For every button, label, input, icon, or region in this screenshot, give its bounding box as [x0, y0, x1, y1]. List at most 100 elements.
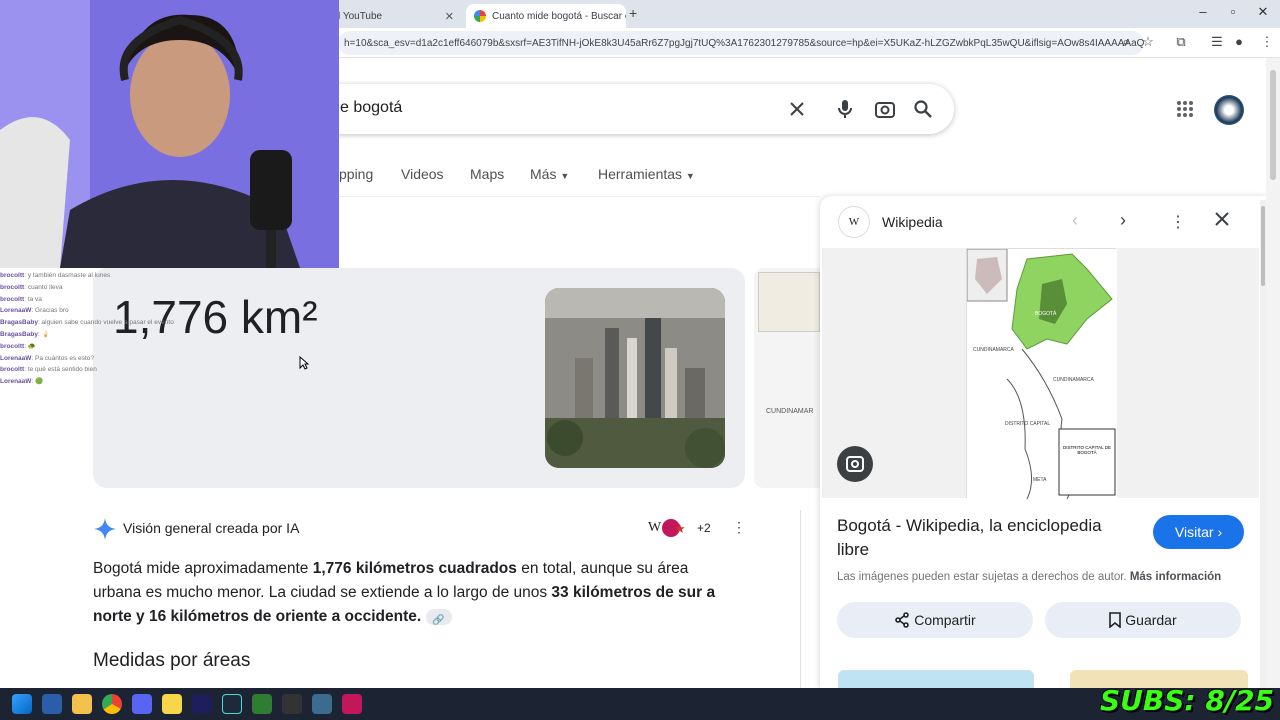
tab-more[interactable]: Más ▼ [530, 166, 569, 182]
map-inset [758, 272, 820, 332]
menu-icon[interactable]: ⋮ [1258, 34, 1276, 50]
chat-line: LorenaaW: 🟢 [0, 376, 330, 388]
terminal-icon[interactable] [282, 694, 302, 714]
chat-user: brocoltt [0, 295, 25, 303]
search-box[interactable]: e bogotá [300, 84, 954, 134]
stream-chat: brocoltt: y también dasmaste al lunes br… [0, 270, 330, 388]
bogota-map[interactable]: CUNDINAMARCA CUNDINAMARCA DISTRITO CAPIT… [966, 248, 1117, 500]
url-text: h=10&sca_esv=d1a2c1eff646079b&sxsrf=AE3T… [344, 37, 1144, 49]
share-button[interactable]: Compartir [837, 602, 1033, 638]
section-heading: Medidas por áreas [93, 650, 251, 671]
tab-google-search[interactable]: Cuanto mide bogotá - Buscar c ✕ [466, 4, 626, 28]
profile-icon[interactable]: ● [1230, 34, 1248, 49]
discord-icon[interactable] [132, 694, 152, 714]
more-info-link[interactable]: Más información [1130, 571, 1221, 583]
taskview-icon[interactable] [42, 694, 62, 714]
app-icon[interactable] [312, 694, 332, 714]
chat-user: LorenaaW [0, 307, 32, 315]
apps-grid-icon[interactable] [1176, 100, 1194, 123]
new-tab-icon[interactable]: + [629, 5, 637, 21]
more-options-icon[interactable]: ⋮ [732, 519, 746, 536]
tab-shopping[interactable]: pping [339, 166, 373, 182]
microphone-icon[interactable] [832, 96, 858, 122]
app-icon[interactable] [252, 694, 272, 714]
premiere-icon[interactable] [192, 694, 212, 714]
chat-message: : ta va [24, 295, 42, 303]
tab-youtube[interactable]: l YouTube ✕ [330, 4, 462, 28]
chat-message: : cuanto lleva [24, 283, 63, 291]
chat-user: brocoltt [0, 272, 25, 279]
webcam-overlay [0, 0, 339, 268]
chat-line: brocoltt: y también dasmaste al lunes [0, 270, 330, 282]
panel-title[interactable]: Bogotá - Wikipedia, la enciclopedia libr… [837, 514, 1137, 562]
chat-line: brocoltt: te qué está sentido bien [0, 364, 330, 376]
close-icon[interactable] [1214, 211, 1230, 232]
clear-icon[interactable] [784, 96, 810, 122]
search-icon[interactable] [910, 96, 936, 122]
zoom-icon[interactable]: ⌕ [1117, 34, 1135, 50]
chat-message: : y también dasmaste al lunes [24, 272, 111, 279]
share-icon [895, 612, 910, 628]
chat-line: LorenaaW: Gracias bro [0, 305, 330, 317]
wikipedia-icon: W [838, 206, 870, 238]
map-label: DISTRITO CAPITAL [1005, 421, 1051, 427]
chat-user: brocoltt [0, 283, 25, 291]
sticky-notes-icon[interactable] [162, 694, 182, 714]
chat-line: brocoltt: cuanto lleva [0, 282, 330, 294]
address-bar[interactable]: h=10&sca_esv=d1a2c1eff646079b&sxsrf=AE3T… [338, 31, 1144, 55]
save-button[interactable]: Guardar [1045, 602, 1241, 638]
lens-icon[interactable] [872, 96, 898, 122]
tab-tools[interactable]: Herramientas ▼ [598, 166, 695, 182]
chrome-icon[interactable] [102, 694, 122, 714]
maximize-icon[interactable]: ▫ [1222, 4, 1244, 19]
windows-start-icon[interactable] [12, 694, 32, 714]
visit-button[interactable]: Visitar › [1153, 515, 1244, 549]
more-options-icon[interactable]: ⋮ [1170, 212, 1186, 232]
map-thumbnail[interactable]: CUNDINAMAR [754, 268, 820, 488]
tab-maps[interactable]: Maps [470, 166, 504, 182]
minimize-icon[interactable]: – [1192, 4, 1214, 19]
search-input[interactable]: e bogotá [340, 99, 402, 117]
map-label: CUNDINAMAR [766, 408, 814, 415]
chevron-right-icon[interactable]: › [1120, 210, 1126, 231]
bookmark-star-icon[interactable]: ☆ [1139, 34, 1157, 50]
chevron-left-icon[interactable]: ‹ [1072, 210, 1078, 231]
star-icon: ★ [674, 521, 686, 536]
city-photo[interactable] [545, 288, 725, 468]
app-icon[interactable] [342, 694, 362, 714]
google-icon [474, 10, 486, 22]
chat-user: BragasBaby [0, 319, 38, 327]
map-label: META [1033, 477, 1047, 483]
avatar[interactable] [1214, 95, 1244, 125]
chat-line: BragasBaby: alguien sabe cuando vuelve a… [0, 317, 330, 329]
bookmark-icon [1109, 612, 1122, 628]
lens-icon [846, 456, 864, 472]
extensions-icon[interactable]: ⧉ [1172, 34, 1190, 50]
map-legend-title: DISTRITO CAPITAL DE BOGOTÁ [1063, 445, 1111, 455]
ai-overview-title: Visión general creada por IA [123, 520, 300, 536]
lens-search-button[interactable] [837, 446, 873, 482]
chat-user: BragasBaby [0, 330, 38, 338]
link-icon[interactable]: 🔗 [425, 608, 452, 626]
chat-message: : 🟢 [31, 378, 44, 386]
reading-list-icon[interactable]: ☰ [1208, 34, 1226, 50]
chat-message: : Gracias bro [31, 307, 69, 315]
file-explorer-icon[interactable] [72, 694, 92, 714]
copyright-notice: Las imágenes pueden estar sujetas a dere… [837, 571, 1221, 583]
tab-videos[interactable]: Videos [401, 166, 444, 182]
close-window-icon[interactable]: ✕ [1252, 4, 1274, 20]
scrollbar-thumb[interactable] [1261, 206, 1265, 286]
related-image[interactable] [838, 670, 1034, 688]
sparkle-icon [94, 518, 116, 545]
wikipedia-icon: W [648, 520, 662, 535]
mouse-cursor-icon [299, 355, 310, 375]
app-icon[interactable] [222, 694, 242, 714]
subs-counter: SUBS: 8/25 [1100, 684, 1275, 717]
scrollbar-thumb[interactable] [1270, 70, 1276, 180]
source-icons[interactable]: W ★ [648, 518, 690, 538]
close-icon[interactable]: ✕ [445, 10, 454, 23]
tab-label: Más [530, 166, 557, 182]
button-label: Visitar [1174, 524, 1214, 540]
map-label: CUNDINAMARCA [1053, 377, 1094, 383]
button-label: Guardar [1125, 612, 1177, 628]
